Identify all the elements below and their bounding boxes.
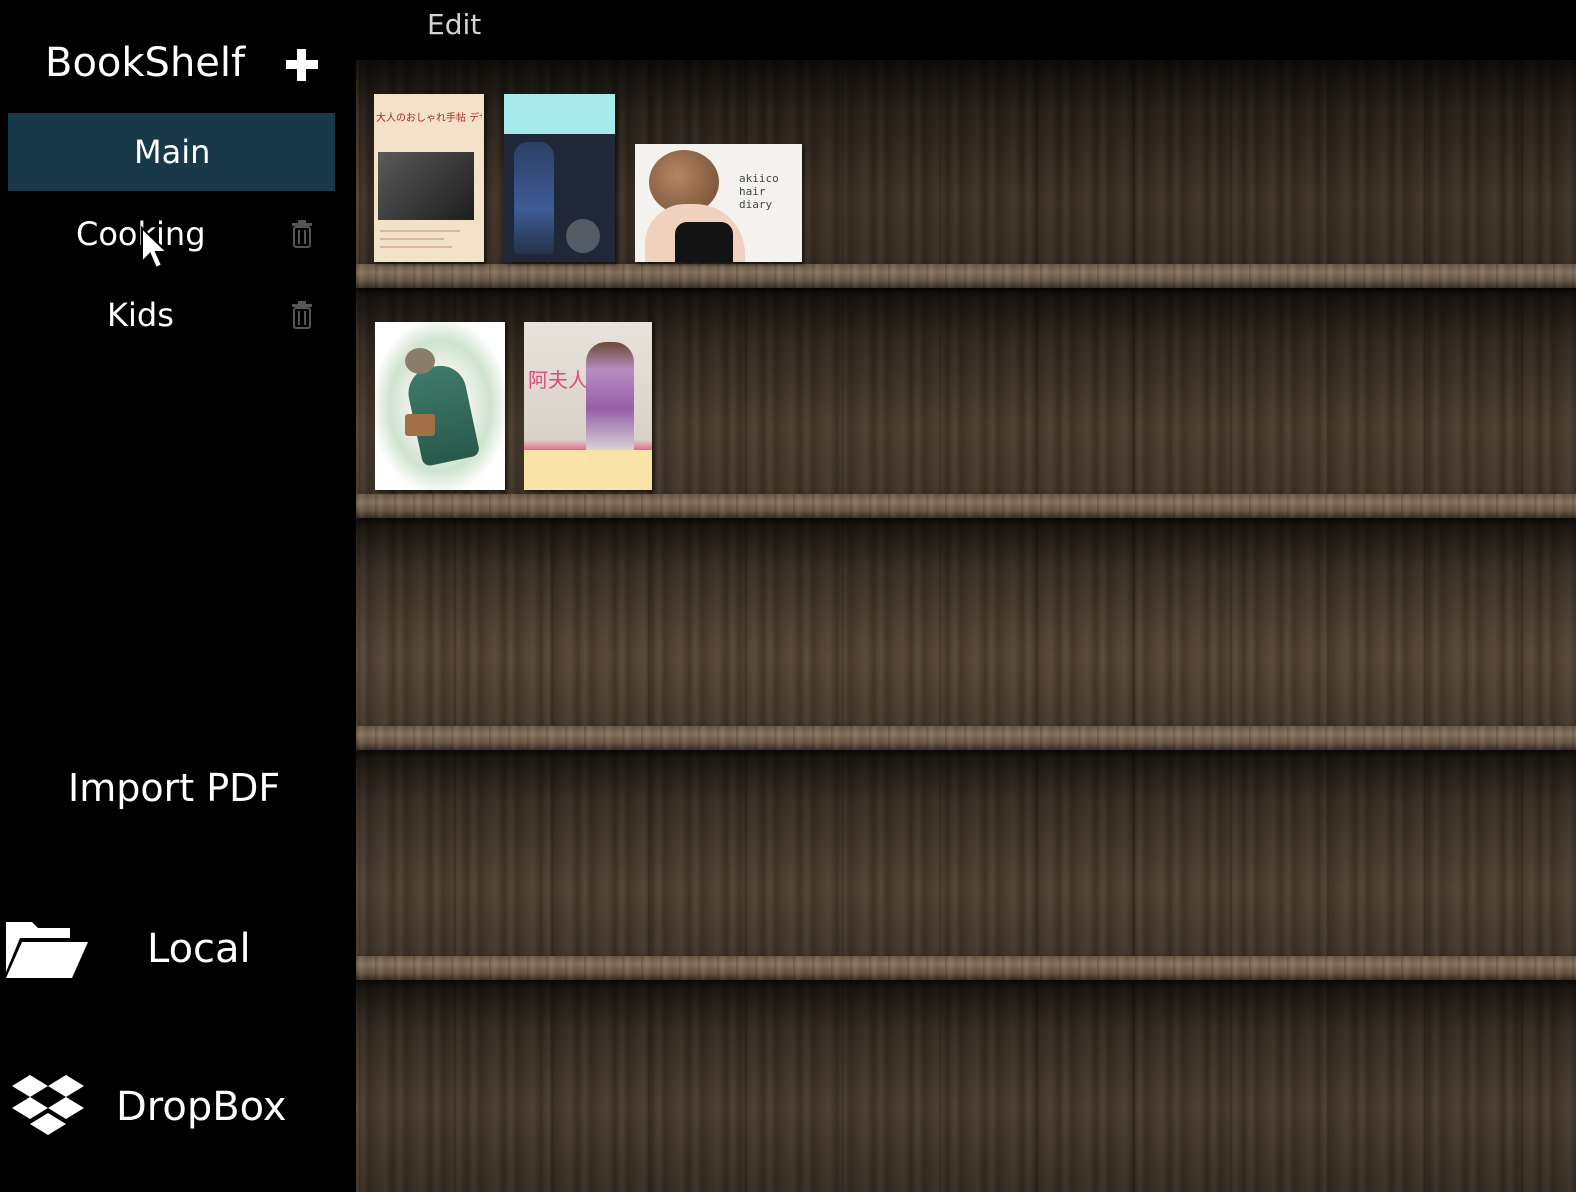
book-cover[interactable]: 阿夫人 <box>524 322 652 490</box>
app-window: BookShelf Main Cooking Kids Import PDF L… <box>0 0 1576 1192</box>
import-pdf-button[interactable]: Import PDF <box>68 766 280 810</box>
sidebar-item-label: Main <box>134 133 211 171</box>
shelf-row <box>356 518 1576 748</box>
book-cover-art: 大人のおしゃれ手帖 デザイン帖 <box>376 113 482 124</box>
shelf-board <box>356 264 1576 288</box>
book-cover-text-line <box>380 246 452 248</box>
top-menu-bar: Edit <box>356 0 1576 60</box>
shelf-board <box>356 726 1576 750</box>
trash-icon[interactable] <box>291 220 313 248</box>
sidebar-item-label: Cooking <box>76 215 206 253</box>
book-cover-figure <box>405 414 435 436</box>
bookshelf-area: 大人のおしゃれ手帖 デザイン帖 akiicohairdiary 阿夫人 <box>356 60 1576 1192</box>
sidebar: BookShelf Main Cooking Kids Import PDF L… <box>0 0 356 1192</box>
book-cover-photo <box>378 152 474 220</box>
sidebar-item-main[interactable]: Main <box>8 113 335 191</box>
local-source-label: Local <box>147 926 251 972</box>
folder-open-icon <box>6 922 88 978</box>
shelf-shadow <box>356 518 1576 748</box>
sidebar-item-kids[interactable]: Kids <box>8 276 335 354</box>
shelf-shadow <box>356 980 1576 1192</box>
app-title: BookShelf <box>45 40 246 86</box>
book-cover-badge <box>566 219 600 253</box>
book-cover-art: 阿夫人 <box>528 368 588 392</box>
book-cover-figure <box>586 342 634 454</box>
shelf-shadow <box>356 750 1576 980</box>
book-cover-figure <box>675 222 733 262</box>
book-cover-text-line <box>380 238 444 240</box>
book-cover[interactable] <box>375 322 505 490</box>
local-source-button[interactable]: Local <box>0 908 340 998</box>
dropbox-source-button[interactable]: DropBox <box>0 1066 340 1156</box>
book-cover-text-line <box>380 230 460 232</box>
book-cover[interactable]: akiico hair diary <box>635 144 802 262</box>
shelf-board <box>356 494 1576 518</box>
shelf-board <box>356 956 1576 980</box>
book-cover[interactable] <box>504 94 615 262</box>
dropbox-source-label: DropBox <box>116 1084 287 1130</box>
book-cover[interactable]: 大人のおしゃれ手帖 デザイン帖 <box>374 94 484 262</box>
shelf-row <box>356 980 1576 1192</box>
book-cover-figure <box>405 348 435 374</box>
trash-icon[interactable] <box>291 301 313 329</box>
book-cover-banner <box>524 450 652 490</box>
add-shelf-button[interactable] <box>284 47 320 83</box>
book-cover-figure <box>514 142 554 254</box>
shelf-row <box>356 750 1576 980</box>
book-cover-art: akiico hair diary <box>739 172 779 211</box>
book-cover-band <box>504 94 615 134</box>
sidebar-item-label: Kids <box>107 296 174 334</box>
edit-menu[interactable]: Edit <box>427 8 481 41</box>
sidebar-item-cooking[interactable]: Cooking <box>8 195 335 273</box>
dropbox-icon <box>12 1075 84 1135</box>
